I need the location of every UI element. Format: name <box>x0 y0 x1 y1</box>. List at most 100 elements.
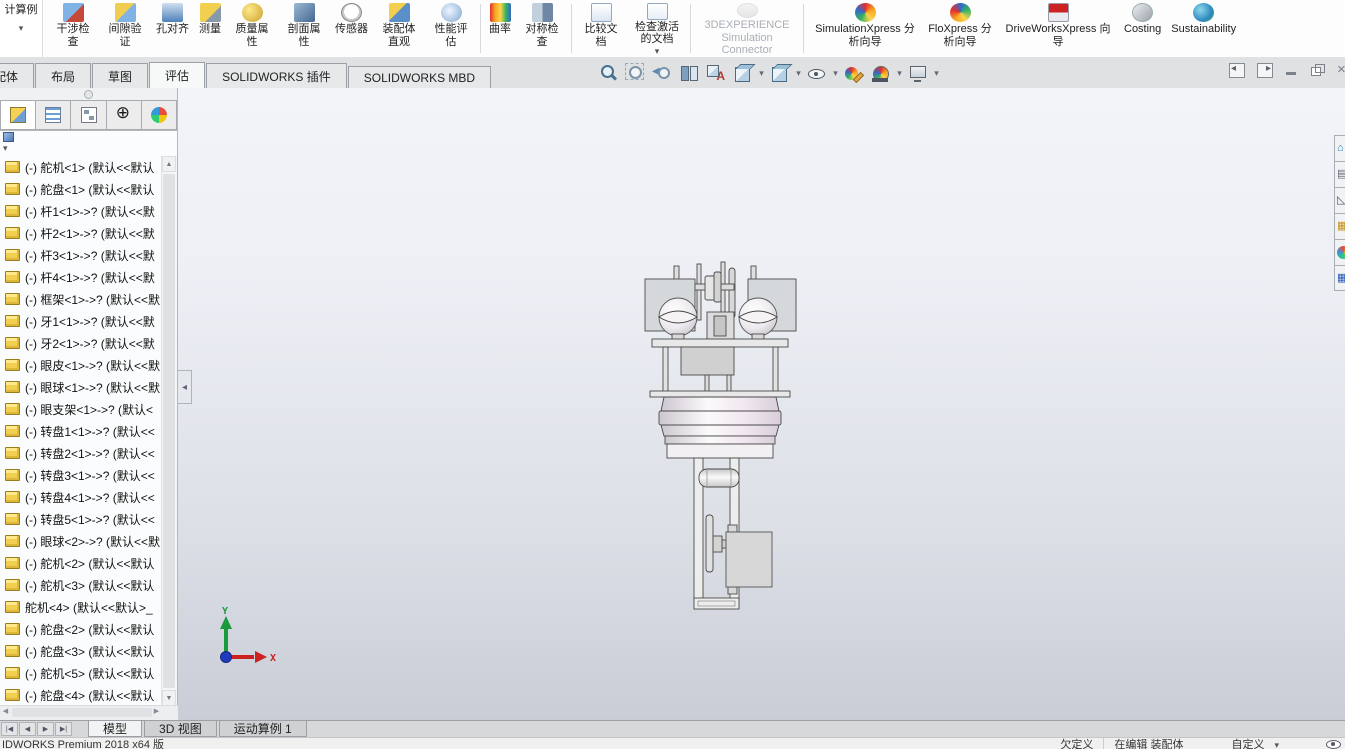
tree-vertical-scrollbar[interactable] <box>161 156 177 706</box>
eye-icon[interactable] <box>1325 738 1343 749</box>
tree-item[interactable]: (-) 杆3<1>->? (默认<<默 <box>0 244 162 266</box>
tree-item[interactable]: (-) 舵机<3> (默认<<默认 <box>0 574 162 596</box>
scroll-right-arrow[interactable] <box>151 707 162 718</box>
panel-tab-dimxpertmanager[interactable] <box>106 100 142 130</box>
tab-nav-last-button[interactable] <box>55 722 72 736</box>
scroll-left-arrow[interactable] <box>0 707 11 718</box>
panel-tab-featuremanager[interactable] <box>0 100 37 130</box>
ribbon-tool-interference[interactable]: 干涉检查 <box>47 0 99 57</box>
tree-item[interactable]: (-) 框架<1>->? (默认<<默 <box>0 288 162 310</box>
tree-item[interactable]: (-) 舵机<5> (默认<<默认 <box>0 662 162 684</box>
task-pane-view-palette-button[interactable] <box>1334 213 1345 239</box>
zoom-fit-button[interactable] <box>595 61 621 85</box>
panel-collapse-handle[interactable] <box>178 370 192 404</box>
ribbon-tool-driveworksxpress[interactable]: DriveWorksXpress 向导 <box>997 0 1119 57</box>
tree-item[interactable]: (-) 转盘5<1>->? (默认<< <box>0 508 162 530</box>
tree-item[interactable]: (-) 舵盘<3> (默认<<默认 <box>0 640 162 662</box>
tree-item[interactable]: 舵机<4> (默认<<默认>_ <box>0 596 162 618</box>
zoom-area-button[interactable] <box>622 61 648 85</box>
ribbon-tool-hole-alignment[interactable]: 孔对齐 <box>151 0 194 57</box>
tree-item[interactable]: (-) 转盘1<1>->? (默认<< <box>0 420 162 442</box>
ribbon-tool-floxpress[interactable]: FloXpress 分析向导 <box>923 0 997 57</box>
ribbon-tool-clearance[interactable]: 间隙验证 <box>99 0 151 57</box>
tree-item[interactable]: (-) 舵机<1> (默认<<默认 <box>0 156 162 178</box>
tab-nav-next-button[interactable] <box>37 722 54 736</box>
view-settings-button[interactable] <box>905 61 931 85</box>
display-style-button[interactable] <box>767 61 793 85</box>
tree-item[interactable]: (-) 眼皮<1>->? (默认<<默 <box>0 354 162 376</box>
dropdown-caret-icon[interactable] <box>932 68 941 79</box>
tree-item[interactable]: (-) 牙1<1>->? (默认<<默 <box>0 310 162 332</box>
tree-item[interactable]: (-) 舵盘<1> (默认<<默认 <box>0 178 162 200</box>
ribbon-tool-assembly-visualization[interactable]: 装配体直观 <box>373 0 425 57</box>
graphics-area[interactable]: Y X <box>178 88 1345 720</box>
ribbon-tool-costing[interactable]: Costing <box>1119 0 1166 57</box>
tree-item[interactable]: (-) 牙2<1>->? (默认<<默 <box>0 332 162 354</box>
dropdown-caret-icon[interactable] <box>831 68 840 79</box>
tree-item[interactable]: (-) 转盘2<1>->? (默认<< <box>0 442 162 464</box>
annotations-button[interactable] <box>703 61 729 85</box>
task-pane-custom-properties-button[interactable] <box>1334 265 1345 291</box>
model-assembly[interactable]: Y X <box>178 88 1345 720</box>
tree-item[interactable]: (-) 转盘3<1>->? (默认<< <box>0 464 162 486</box>
task-pane-file-explorer-button[interactable] <box>1334 187 1345 213</box>
tree-item[interactable]: (-) 舵盘<4> (默认<<默认 <box>0 684 162 706</box>
dropdown-caret-icon[interactable] <box>794 68 803 79</box>
tab-nav-first-button[interactable] <box>1 722 18 736</box>
close-button[interactable] <box>1337 61 1345 78</box>
pane-right-button[interactable] <box>1257 63 1273 78</box>
scroll-down-arrow[interactable] <box>162 690 176 706</box>
ribbon-tool-check-active-document[interactable]: 检查激活的文档 <box>627 0 687 57</box>
ribbon-tool-3dexperience-connector[interactable]: 3DEXPERIENCE Simulation Connector <box>694 0 800 57</box>
scroll-up-arrow[interactable] <box>162 156 176 172</box>
scroll-thumb-horizontal[interactable] <box>12 708 152 717</box>
minimize-button[interactable] <box>1285 64 1299 77</box>
task-pane-design-library-button[interactable] <box>1334 161 1345 187</box>
tree-item[interactable]: (-) 杆4<1>->? (默认<<默 <box>0 266 162 288</box>
chevron-down-icon[interactable] <box>1274 738 1287 749</box>
tree-item[interactable]: (-) 舵机<2> (默认<<默认 <box>0 552 162 574</box>
tree-item[interactable]: (-) 眼球<1>->? (默认<<默 <box>0 376 162 398</box>
hide-show-items-button[interactable] <box>804 61 830 85</box>
document-tab-1[interactable]: 3D 视图 <box>144 721 217 737</box>
ribbon-tool-compare-documents[interactable]: 比较文档 <box>575 0 627 57</box>
ribbon-tool-simulationxpress[interactable]: SimulationXpress 分析向导 <box>807 0 923 57</box>
task-pane-appearances-scenes-button[interactable] <box>1334 239 1345 265</box>
tab-nav-previous-button[interactable] <box>19 722 36 736</box>
ribbon-tool-mass-properties[interactable]: 质量属性 <box>226 0 278 57</box>
ribbon-tool-curvature[interactable]: 曲率 <box>484 0 516 57</box>
panel-tab-configurationmanager[interactable] <box>71 100 107 130</box>
ribbon-tool-sustainability[interactable]: Sustainability <box>1166 0 1241 57</box>
ribbon-tool-symmetry-check[interactable]: 对称检查 <box>516 0 568 57</box>
tree-item[interactable]: (-) 转盘4<1>->? (默认<< <box>0 486 162 508</box>
tree-horizontal-scrollbar[interactable] <box>0 705 178 720</box>
document-tab-0[interactable]: 模型 <box>88 721 143 737</box>
tree-item[interactable]: (-) 杆1<1>->? (默认<<默 <box>0 200 162 222</box>
tree-item[interactable]: (-) 杆2<1>->? (默认<<默 <box>0 222 162 244</box>
command-tab-1[interactable]: 布局 <box>35 63 92 88</box>
command-tab-0[interactable]: 配体 <box>0 63 35 88</box>
view-orientation-button[interactable] <box>730 61 756 85</box>
panel-tab-propertymanager[interactable] <box>36 100 72 130</box>
task-pane-solidworks-resources-button[interactable] <box>1334 135 1345 161</box>
edit-appearance-button[interactable] <box>841 61 867 85</box>
ribbon-tool-section-properties[interactable]: 剖面属性 <box>278 0 330 57</box>
command-tab-2[interactable]: 草图 <box>92 63 149 88</box>
scroll-thumb[interactable] <box>163 174 175 688</box>
command-tab-3[interactable]: 评估 <box>149 62 206 88</box>
ribbon-tool-performance-evaluation[interactable]: 性能评估 <box>425 0 477 57</box>
document-tab-2[interactable]: 运动算例 1 <box>218 721 307 737</box>
dropdown-caret-icon[interactable] <box>895 68 904 79</box>
tree-item[interactable]: (-) 舵盘<2> (默认<<默认 <box>0 618 162 640</box>
restore-button[interactable] <box>1311 64 1325 77</box>
ribbon-tool-measure[interactable]: 测量 <box>194 0 226 57</box>
apply-scene-button[interactable] <box>868 61 894 85</box>
tree-flyout-control[interactable] <box>3 132 14 154</box>
previous-view-button[interactable] <box>649 61 675 85</box>
ribbon-tool-sensors[interactable]: 传感器 <box>330 0 373 57</box>
pane-left-button[interactable] <box>1229 63 1245 78</box>
command-tab-5[interactable]: SOLIDWORKS MBD <box>347 66 492 88</box>
tree-item[interactable]: (-) 眼球<2>->? (默认<<默 <box>0 530 162 552</box>
tree-item[interactable]: (-) 眼支架<1>->? (默认< <box>0 398 162 420</box>
command-tab-4[interactable]: SOLIDWORKS 插件 <box>206 63 347 88</box>
